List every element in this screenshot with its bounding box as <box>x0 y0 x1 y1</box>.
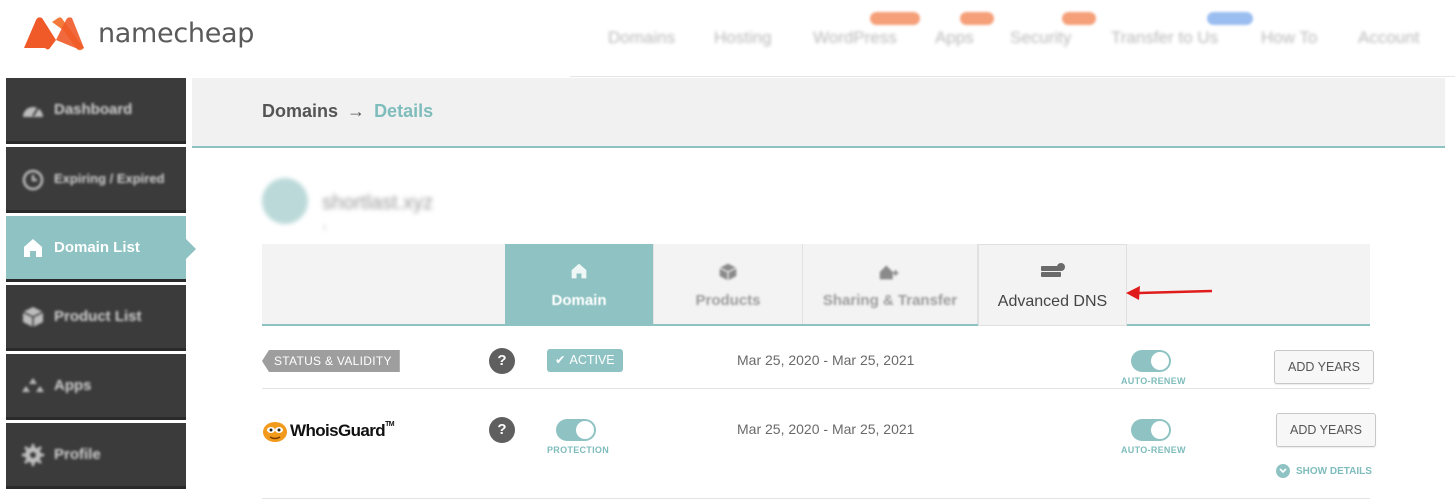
sidebar-item-label: Dashboard <box>54 101 133 118</box>
tab-label: Advanced DNS <box>997 293 1108 310</box>
status-help-icon[interactable]: ? <box>489 348 515 374</box>
box-icon <box>654 262 802 282</box>
home-icon <box>505 262 653 282</box>
whoisguard-auto-renew-toggle[interactable] <box>1131 419 1171 441</box>
domain-avatar <box>262 178 308 224</box>
status-validity-tag: STATUS & VALIDITY <box>262 350 400 372</box>
toggle-knob <box>1151 421 1169 439</box>
whoisguard-auto-renew-label: AUTO-RENEW <box>1121 445 1186 455</box>
nav-domains[interactable]: Domains <box>608 28 675 48</box>
status-badge-label: ACTIVE <box>569 353 615 367</box>
sidebar-item-expiring[interactable]: Expiring / Expired <box>6 147 186 213</box>
show-details-link[interactable]: SHOW DETAILS <box>1276 464 1372 478</box>
header-divider <box>570 76 1455 77</box>
gear-icon <box>20 442 46 468</box>
domain-name: shortlast.xyz <box>322 192 434 214</box>
whoisguard-dates: Mar 25, 2020 - Mar 25, 2021 <box>737 421 915 437</box>
sidebar-item-label: Profile <box>54 446 101 463</box>
nav-account[interactable]: Account <box>1358 28 1419 48</box>
nav-hosting[interactable]: Hosting <box>714 28 772 48</box>
nav-badge <box>960 12 994 25</box>
sidebar-item-product-list[interactable]: Product List <box>6 285 186 351</box>
nav-security[interactable]: Security <box>1010 28 1071 48</box>
home-icon <box>20 235 46 261</box>
server-icon <box>979 263 1126 283</box>
top-navigation: Domains Hosting WordPress Apps Security … <box>0 12 1455 52</box>
nav-badge <box>1062 12 1096 25</box>
clock-icon <box>20 166 46 192</box>
whoisguard-add-years-button[interactable]: ADD YEARS <box>1276 413 1377 447</box>
tab-label: Products <box>695 292 761 309</box>
breadcrumb-root[interactable]: Domains <box>262 101 338 121</box>
sidebar-item-label: Product List <box>54 308 142 325</box>
breadcrumb-separator: → <box>347 101 366 121</box>
whoisguard-brand-text: WhoisGuard <box>290 421 386 440</box>
tab-sharing-transfer[interactable]: Sharing & Transfer <box>803 244 978 324</box>
sidebar-item-profile[interactable]: Profile <box>6 423 186 489</box>
whoisguard-brand: WhoisGuardTM <box>290 421 395 441</box>
sidebar-item-label: Apps <box>54 377 92 394</box>
show-details-label: SHOW DETAILS <box>1296 465 1372 477</box>
sidebar: Dashboard Expiring / Expired Domain List… <box>6 78 196 504</box>
row-divider <box>262 498 1370 499</box>
nav-apps[interactable]: Apps <box>935 28 974 48</box>
status-badge: ✔ ACTIVE <box>547 349 623 372</box>
auto-renew-label: AUTO-RENEW <box>1121 376 1186 386</box>
nav-badge <box>1207 12 1253 25</box>
breadcrumb: Domains → Details <box>262 101 433 122</box>
chevron-down-icon <box>1276 464 1290 478</box>
nav-how-to[interactable]: How To <box>1261 28 1317 48</box>
toggle-knob <box>576 421 594 439</box>
breadcrumb-current: Details <box>374 101 434 121</box>
trademark: TM <box>385 421 395 428</box>
breadcrumb-bar: Domains → Details <box>192 78 1445 148</box>
top-header: namecheap Domains Hosting WordPress Apps… <box>0 0 1455 77</box>
row-divider <box>262 388 1370 389</box>
box-icon <box>20 304 46 330</box>
sidebar-item-dashboard[interactable]: Dashboard <box>6 78 186 144</box>
dashboard-icon <box>20 97 46 123</box>
whoisguard-mascot-icon <box>263 422 287 442</box>
sidebar-item-domain-list[interactable]: Domain List <box>6 216 196 282</box>
apps-icon <box>20 373 46 399</box>
tab-advanced-dns[interactable]: Advanced DNS <box>978 244 1127 326</box>
tab-products[interactable]: Products <box>654 244 803 324</box>
share-icon <box>803 262 977 282</box>
status-dates: Mar 25, 2020 - Mar 25, 2021 <box>737 352 915 368</box>
domain-sub: ↑ <box>322 222 328 234</box>
nav-wordpress[interactable]: WordPress <box>813 28 897 48</box>
tab-label: Domain <box>551 292 607 309</box>
protection-label: PROTECTION <box>547 445 610 455</box>
tab-label: Sharing & Transfer <box>822 292 958 309</box>
sidebar-item-label: Domain List <box>54 239 140 256</box>
toggle-knob <box>1151 352 1169 370</box>
auto-renew-toggle[interactable] <box>1131 350 1171 372</box>
nav-transfer[interactable]: Transfer to Us <box>1111 28 1218 48</box>
annotation-arrow <box>1126 286 1213 300</box>
tab-domain[interactable]: Domain <box>505 244 654 324</box>
whoisguard-logo: WhoisGuardTM <box>262 419 395 443</box>
nav-badge <box>870 12 920 25</box>
sidebar-item-apps[interactable]: Apps <box>6 354 186 420</box>
sidebar-item-label: Expiring / Expired <box>54 171 165 186</box>
check-icon: ✔ <box>555 353 566 367</box>
whoisguard-help-icon[interactable]: ? <box>489 417 515 443</box>
protection-toggle[interactable] <box>556 419 596 441</box>
add-years-button[interactable]: ADD YEARS <box>1274 350 1375 384</box>
